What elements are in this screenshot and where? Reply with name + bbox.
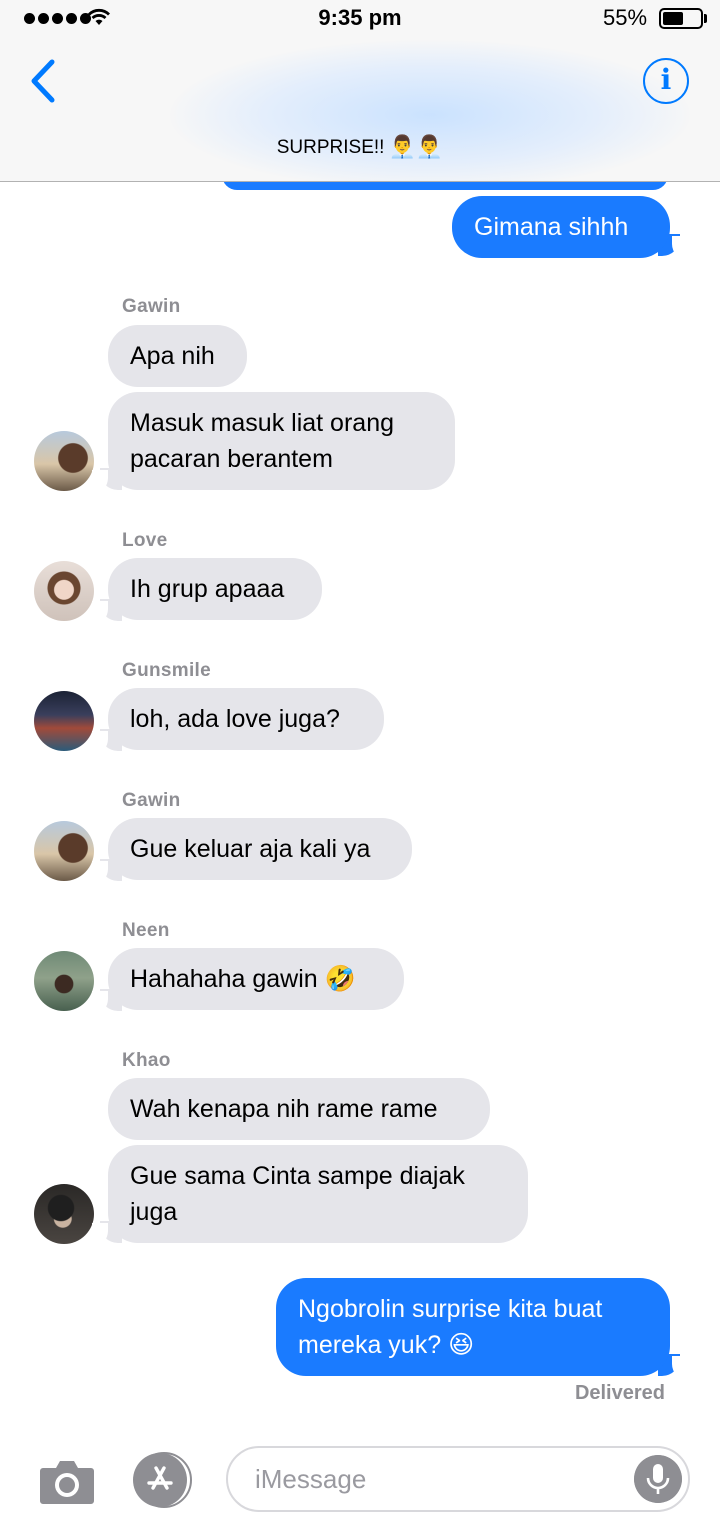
incoming-message-bubble[interactable]: Hahahaha gawin 🤣 — [108, 948, 404, 1010]
laughing-emoji: 😆 — [448, 1330, 475, 1359]
bubble-tail-mask — [92, 601, 108, 625]
outgoing-message-bubble[interactable]: Ngobrolin surprise kita buat mereka yuk?… — [276, 1278, 670, 1376]
conversation-title-text: SURPRISE!! — [276, 137, 385, 158]
camera-icon[interactable] — [39, 1456, 95, 1506]
bubble-tail-mask — [92, 731, 108, 755]
avatar-love[interactable] — [34, 561, 94, 621]
sender-name: Love — [122, 530, 168, 551]
message-text: Masuk masuk liat orang pacaran berantem — [130, 409, 395, 473]
incoming-message-bubble[interactable]: Gue keluar aja kali ya — [108, 818, 412, 880]
message-text: Hahahaha gawin — [130, 965, 318, 993]
message-text: Gue keluar aja kali ya — [130, 835, 371, 863]
bubble-tail-mask — [92, 1223, 108, 1247]
sender-name: Gunsmile — [122, 660, 211, 681]
battery-level — [663, 12, 683, 25]
battery-percent: 55% — [603, 5, 648, 30]
sender-name: Neen — [122, 920, 170, 941]
incoming-message-bubble[interactable]: Gue sama Cinta sampe diajak juga — [108, 1145, 528, 1243]
incoming-message-bubble[interactable]: Ih grup apaaa — [108, 558, 322, 620]
status-bar: 9:35 pm 55% — [0, 0, 720, 40]
sender-name: Gawin — [122, 790, 181, 811]
app-store-icon[interactable] — [131, 1451, 193, 1509]
battery-cap — [704, 14, 707, 23]
incoming-message-bubble[interactable]: Masuk masuk liat orang pacaran berantem — [108, 392, 455, 490]
delivered-status: Delivered — [574, 1382, 665, 1404]
message-text: Gimana sihhh — [474, 213, 629, 241]
message-text: loh, ada love juga? — [130, 705, 340, 733]
avatar-khao[interactable] — [34, 1184, 94, 1244]
conversation-title-emoji: 👨‍💼👨‍💼 — [388, 135, 444, 160]
bubble-tail-mask — [672, 236, 688, 260]
message-input[interactable] — [226, 1446, 690, 1512]
message-text: Wah kenapa nih rame rame — [130, 1095, 438, 1123]
bubble-tail-mask — [672, 1356, 688, 1380]
conversation-title[interactable]: SURPRISE!! 👨‍💼👨‍💼 — [0, 136, 720, 160]
avatar-gawin[interactable] — [34, 821, 94, 881]
sender-name: Gawin — [122, 296, 181, 317]
avatar-gawin[interactable] — [34, 431, 94, 491]
incoming-message-bubble[interactable]: Apa nih — [108, 325, 247, 387]
avatar-gunsmile[interactable] — [34, 691, 94, 751]
message-text: Apa nih — [130, 342, 215, 370]
microphone-icon[interactable] — [634, 1455, 682, 1503]
bubble-tail-mask — [92, 861, 108, 885]
bubble-tail-mask — [92, 991, 108, 1015]
back-chevron-icon[interactable] — [24, 56, 64, 106]
incoming-message-bubble[interactable]: Wah kenapa nih rame rame — [108, 1078, 490, 1140]
rofl-emoji: 🤣 — [324, 964, 356, 993]
message-text: Gue sama Cinta sampe diajak juga — [130, 1162, 465, 1226]
info-button[interactable]: i — [643, 58, 689, 104]
bubble-tail-mask — [92, 470, 108, 494]
message-text: Ih grup apaaa — [130, 575, 285, 603]
outgoing-message-bubble[interactable]: Gimana sihhh — [452, 196, 670, 258]
avatar-neen[interactable] — [34, 951, 94, 1011]
sender-name: Khao — [122, 1050, 171, 1071]
incoming-message-bubble[interactable]: loh, ada love juga? — [108, 688, 384, 750]
battery-icon — [659, 8, 703, 29]
header-glow — [170, 40, 690, 181]
